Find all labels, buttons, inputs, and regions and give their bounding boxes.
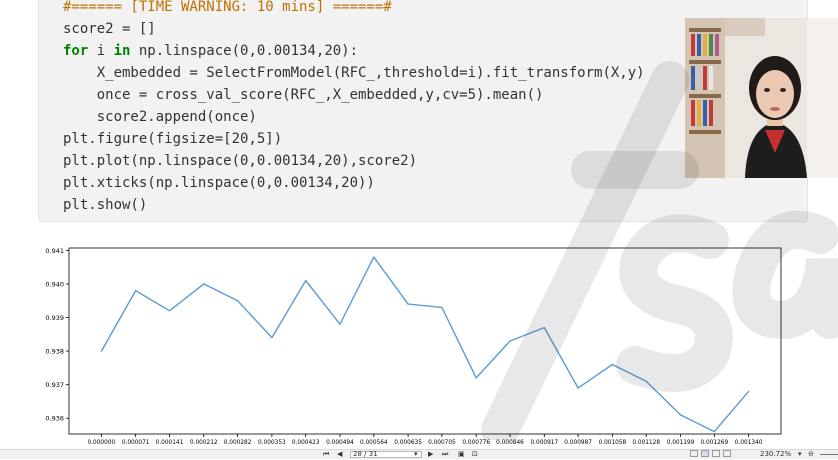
x-tick-label: 0.000705 <box>428 440 456 446</box>
data-point <box>339 323 341 325</box>
x-tick-label: 0.000000 <box>88 440 116 446</box>
data-point <box>203 283 205 285</box>
code-line: plt.xticks(np.linspace(0,0.00134,20)) <box>63 175 375 191</box>
data-point <box>748 390 750 392</box>
presenter-video <box>685 18 838 178</box>
x-tick-label: 0.000282 <box>224 440 252 446</box>
data-point <box>543 326 545 329</box>
x-tick-label: 0.001128 <box>632 440 660 446</box>
data-point <box>713 431 715 433</box>
code-line: once = cross_val_score(RFC_,X_embedded,y… <box>63 87 544 103</box>
x-tick-label: 0.000635 <box>394 440 422 446</box>
code-line-comment: #====== [TIME WARNING: 10 mins] ======# <box>63 0 392 15</box>
code-line: score2.append(once) <box>63 109 257 125</box>
data-point <box>407 303 409 305</box>
x-tick-label: 0.000917 <box>530 440 558 446</box>
single-page-view-icon[interactable] <box>690 450 698 457</box>
book-view-icon[interactable] <box>723 450 731 457</box>
data-point <box>100 350 102 352</box>
x-tick-label: 0.001269 <box>701 440 729 446</box>
x-tick-label: 0.000071 <box>122 440 150 446</box>
x-tick-label: 0.000987 <box>564 440 592 446</box>
x-tick-label: 0.000564 <box>360 440 388 446</box>
code-line: plt.plot(np.linspace(0,0.00134,20),score… <box>63 153 418 169</box>
code-line: plt.figure(figsize=[20,5]) <box>63 131 283 147</box>
data-point <box>475 377 477 379</box>
data-point <box>305 279 307 282</box>
x-tick-label: 0.000846 <box>496 440 524 446</box>
code-line: plt.show() <box>63 197 148 213</box>
x-tick-label: 0.000353 <box>258 440 286 446</box>
data-point <box>509 340 511 342</box>
data-point <box>441 306 443 309</box>
x-tick-label: 0.000494 <box>326 440 354 446</box>
data-point <box>577 387 579 389</box>
data-point <box>645 380 647 382</box>
code-loop-var: i <box>96 43 114 59</box>
x-tick-label: 0.001340 <box>735 440 763 446</box>
y-tick-label: 0.936 <box>45 415 64 423</box>
code-keyword-in: in <box>113 43 131 59</box>
code-line: X_embedded = SelectFromModel(RFC_,thresh… <box>63 65 645 81</box>
chart-area: 0.936 0.937 0.938 0.939 0.940 0.941 0.000000 0.… <box>0 236 838 448</box>
two-page-view-icon[interactable] <box>712 450 720 457</box>
data-point <box>271 337 273 339</box>
x-tick-label: 0.001058 <box>599 440 627 446</box>
data-point <box>236 300 239 302</box>
page-number-input[interactable]: 28 / 31 <box>350 451 422 458</box>
x-tick-label: 0.000776 <box>462 440 490 446</box>
y-tick-label: 0.937 <box>45 381 64 389</box>
continuous-view-icon[interactable] <box>701 450 709 457</box>
data-point <box>373 256 375 258</box>
x-tick-label: 0.000423 <box>292 440 320 446</box>
y-tick-label: 0.941 <box>45 247 64 255</box>
x-tick-label: 0.001199 <box>667 440 695 446</box>
notebook-page: #====== [TIME WARNING: 10 mins] ======# … <box>0 0 838 232</box>
data-point <box>679 414 682 416</box>
y-tick-label: 0.940 <box>45 280 64 288</box>
y-tick-label: 0.938 <box>45 348 64 356</box>
x-tick-label: 0.000212 <box>190 440 218 446</box>
line-chart: 0.936 0.937 0.938 0.939 0.940 0.941 0.000000 0.… <box>0 236 838 448</box>
data-point <box>135 290 137 292</box>
code-line: score2 = [] <box>63 21 156 37</box>
y-tick-label: 0.939 <box>45 314 64 322</box>
data-point <box>168 310 171 312</box>
code-loop-rest: np.linspace(0,0.00134,20): <box>130 43 359 59</box>
x-tick-label: 0.000141 <box>156 440 184 446</box>
code-block: #====== [TIME WARNING: 10 mins] ======# … <box>63 0 645 216</box>
webcam-overlay <box>685 18 838 178</box>
code-keyword-for: for <box>63 43 89 59</box>
data-point <box>611 363 614 366</box>
zoom-slider[interactable] <box>820 454 838 455</box>
